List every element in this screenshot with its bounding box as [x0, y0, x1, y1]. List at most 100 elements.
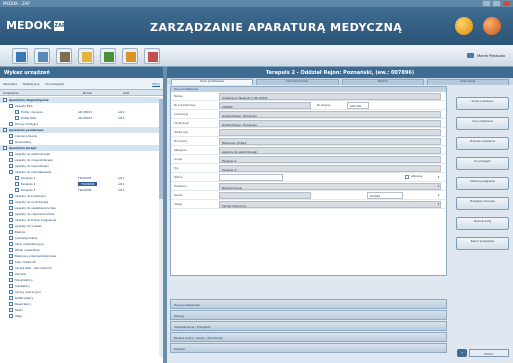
filter-all[interactable]: Wszystkie	[3, 82, 17, 86]
tree-scrollbar[interactable]	[159, 97, 163, 357]
field-value[interactable]: Urządzenie Terapuls 2 (PU.0056)	[219, 93, 441, 100]
action-button[interactable]: Do przeglądu	[456, 157, 509, 170]
device-icon	[9, 194, 13, 198]
document-icon	[126, 52, 136, 62]
field-value[interactable]	[219, 192, 311, 199]
folder-icon	[3, 98, 7, 102]
tab-basic[interactable]: Dane podstawowe	[171, 79, 254, 85]
app-header: MEDOK ZAP ZARZĄDZANIE APARATURĄ MEDYCZNĄ	[0, 7, 513, 45]
filter-inspection[interactable]: Do przeglądu	[46, 82, 65, 86]
tree-item-label: Terapuls 3	[21, 188, 36, 192]
column-qty[interactable]: Ilość	[123, 91, 153, 95]
field-value[interactable]	[219, 174, 283, 181]
device-icon	[9, 134, 13, 138]
toolbar-button-home[interactable]	[12, 48, 28, 64]
tab-documents[interactable]: Dokumenty	[426, 79, 509, 85]
chevron-down-icon[interactable]: ▾	[436, 175, 441, 179]
help-icon[interactable]: ?	[457, 349, 467, 357]
minimize-button[interactable]	[482, 0, 491, 7]
details-panel: Terapuls 2 - Oddział Rejon: Poznański, (…	[167, 67, 513, 363]
section-header[interactable]: Zakupy	[170, 310, 447, 320]
tree-item-code: AD-00022	[78, 116, 92, 120]
tree-item-label: Lampy operacyjne	[15, 290, 41, 294]
user-info[interactable]: Marek Pielaszko	[467, 53, 505, 58]
field-value[interactable]: Oddział Rejon: Poznański	[219, 120, 441, 127]
action-button[interactable]: Przenieś urządzenie	[456, 137, 509, 150]
tree-item-label: Stoły rehabilitacyjne	[15, 242, 44, 246]
section-header[interactable]: Miejsca pracy / osoby / dokumenty	[170, 332, 447, 342]
field-value[interactable]: Sprzęt medyczny	[219, 201, 441, 208]
action-button[interactable]: Wydruki karty	[456, 217, 509, 230]
status-checkbox[interactable]	[405, 175, 409, 179]
tree-item-qty: szt.1	[118, 176, 125, 180]
tab-technical[interactable]: Dane techniczne	[256, 79, 339, 85]
toolbar-button-list[interactable]	[34, 48, 50, 64]
chevron-down-icon[interactable]: ▾	[436, 193, 441, 197]
tree-item[interactable]: Wagi	[0, 313, 163, 319]
home-icon	[16, 52, 26, 62]
form-row: Grupa Terapuls 2	[171, 155, 446, 164]
tab-history[interactable]: Historia	[341, 79, 424, 85]
alert-icon[interactable]	[455, 17, 473, 35]
form-row: Producent Mamanov, Polska	[171, 137, 446, 146]
section-header[interactable]: Ubezpieczenie / Przeglądy	[170, 321, 447, 331]
extra-field-value[interactable]: Kontakt	[367, 192, 403, 199]
field-label: Status	[174, 175, 183, 179]
tree-item-label: Wózki inwalidzkie	[15, 248, 40, 252]
device-icon	[9, 212, 13, 216]
field-value[interactable]: 009682	[219, 102, 311, 109]
tree-item-qty: szt.2	[118, 110, 125, 114]
field-value[interactable]: Mamanov, Polska	[219, 138, 441, 145]
field-value[interactable]: Terapuls 2	[219, 165, 441, 172]
main-toolbar: Marek Pielaszko	[0, 45, 513, 67]
section-header[interactable]: Dane podstawowe	[170, 299, 447, 309]
device-icon	[9, 104, 13, 108]
help-button[interactable]: Pomoc	[469, 349, 509, 357]
toolbar-button-tools[interactable]	[56, 48, 72, 64]
tree-item-qty: szt.1	[118, 188, 125, 192]
toolbar-button-chart[interactable]	[100, 48, 116, 64]
form-row: Lokalizacja Oddział Rejon: Poznański	[171, 110, 446, 119]
toolbar-button-document[interactable]	[122, 48, 138, 64]
field-label: Dostawca	[174, 184, 187, 188]
action-button[interactable]: Dodaj urządzenie	[456, 97, 509, 110]
toolbar-button-calendar[interactable]	[144, 48, 160, 64]
app-logo: MEDOK ZAP	[6, 19, 66, 32]
maximize-button[interactable]	[492, 0, 501, 7]
action-button[interactable]: Historia przeglądów	[456, 177, 509, 190]
section-header[interactable]: Kontakt	[170, 343, 447, 353]
device-icon	[15, 176, 19, 180]
field-value[interactable]	[219, 129, 441, 136]
column-device[interactable]: Urządzenie	[3, 91, 83, 95]
tree-item-label: Aparatura pomiarowa	[9, 128, 44, 132]
filter-link[interactable]: Filtruj	[152, 82, 160, 86]
device-icon	[9, 230, 13, 234]
help-area: ? Pomoc	[457, 347, 509, 359]
close-button[interactable]	[502, 0, 511, 7]
toolbar-button-folder[interactable]	[78, 48, 94, 64]
extra-field-value[interactable]: edik-4ak	[347, 102, 369, 109]
field-value[interactable]: Terapuls 2	[219, 156, 441, 163]
action-button[interactable]: Usuń urządzenie	[456, 117, 509, 130]
form-row: Nr inwentarzowy 009682 Nr seryjny edik-4ak	[171, 101, 446, 110]
tree-item-label: Respiratory	[15, 302, 32, 306]
column-number[interactable]: Numer	[83, 91, 123, 95]
field-value[interactable]: Oddział Rejon: Poznański	[219, 111, 441, 118]
power-icon[interactable]	[483, 17, 501, 35]
field-value[interactable]: Medical Group	[219, 183, 441, 190]
device-icon	[9, 158, 13, 162]
chart-icon	[104, 52, 114, 62]
device-icon	[9, 308, 13, 312]
action-button[interactable]: Przeglądy okresowe	[456, 197, 509, 210]
folder-icon	[3, 128, 7, 132]
chevron-down-icon[interactable]: ▾	[436, 184, 441, 188]
action-button[interactable]: Raport przeglądów	[456, 237, 509, 250]
filter-inactive[interactable]: Nieaktywne	[23, 82, 39, 86]
field-value[interactable]: Aparaty do elektroterapii	[219, 147, 441, 154]
equipment-tree: Aparatura diagnostyczna Aparaty EKG Holter…	[0, 96, 163, 349]
scroll-thumb[interactable]	[159, 99, 163, 199]
device-icon	[9, 236, 13, 240]
filter-bar: Wszystkie Nieaktywne Do przeglądu Filtru…	[0, 78, 163, 90]
device-icon	[9, 206, 13, 210]
chevron-down-icon[interactable]: ▾	[436, 202, 441, 206]
